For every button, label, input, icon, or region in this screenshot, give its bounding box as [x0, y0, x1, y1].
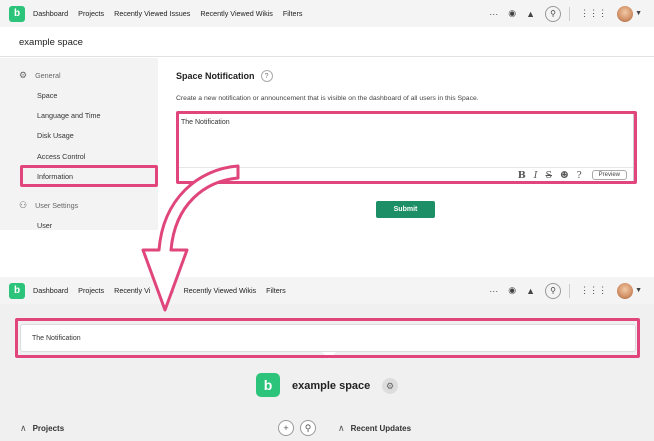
avatar[interactable]: [617, 282, 634, 299]
submit-button[interactable]: Submit: [376, 201, 435, 218]
chevron-down-icon[interactable]: ▼: [635, 287, 642, 294]
projects-section-toggle[interactable]: ∧ Projects: [20, 423, 64, 434]
sidebar-item-disk-usage[interactable]: Disk Usage: [37, 131, 74, 140]
sidebar-item-access-control[interactable]: Access Control: [37, 152, 85, 161]
dashboard-space-name[interactable]: example space: [292, 380, 370, 392]
avatar[interactable]: [617, 5, 634, 22]
divider: [569, 6, 571, 21]
chevron-up-icon: ∧: [20, 423, 27, 433]
nav-recently-viewed-wikis[interactable]: Recently Viewed Wikis: [184, 286, 257, 295]
apps-grid-icon[interactable]: ⋮⋮⋮: [580, 8, 607, 19]
description-text: Create a new notification or announcemen…: [176, 95, 479, 102]
sidebar-item-user[interactable]: User: [37, 221, 52, 230]
global-nav-bar-lower: b Dashboard Projects Recently Vi sues Re…: [0, 277, 654, 304]
apps-grid-icon[interactable]: ⋮⋮⋮: [580, 285, 607, 296]
bell-icon[interactable]: ▲: [526, 9, 535, 19]
sidebar-heading-user-settings: ⚇ User Settings: [19, 200, 79, 210]
chevron-down-icon[interactable]: ▼: [635, 10, 642, 17]
highlight-textarea: [176, 111, 637, 184]
nav-projects[interactable]: Projects: [78, 9, 104, 18]
highlight-information: [20, 165, 158, 187]
gear-icon[interactable]: ⚙: [382, 378, 398, 394]
search-icon[interactable]: ⚲: [545, 5, 562, 22]
nav-dashboard[interactable]: Dashboard: [33, 9, 68, 18]
user-settings-icon: ⚇: [19, 200, 28, 210]
more-icon[interactable]: ···: [489, 9, 498, 19]
eye-icon[interactable]: ◉: [508, 8, 516, 19]
search-icon[interactable]: ⚲: [545, 282, 562, 299]
recent-updates-section-toggle[interactable]: ∧ Recent Updates: [338, 423, 411, 434]
settings-sidebar: ⚙ General Space Language and Time Disk U…: [0, 58, 158, 230]
nav-recently-viewed-wikis[interactable]: Recently Viewed Wikis: [200, 9, 273, 18]
nav-dashboard[interactable]: Dashboard: [33, 286, 68, 295]
nav-filters[interactable]: Filters: [283, 9, 303, 18]
nav-filters[interactable]: Filters: [266, 286, 286, 295]
add-project-button[interactable]: +: [278, 420, 294, 436]
header-tools: ··· ◉ ▲ ⚲ ⋮⋮⋮ ▼: [479, 277, 642, 304]
nav-links: Dashboard Projects Recently Vi sues Rece…: [33, 286, 296, 295]
backlog-logo[interactable]: b: [9, 5, 25, 22]
search-projects-button[interactable]: ⚲: [300, 420, 316, 436]
page-title: Space Notification ?: [176, 70, 273, 82]
space-title[interactable]: example space: [19, 37, 83, 48]
space-header: example space: [0, 27, 654, 57]
nav-recently-viewed-issues-tail[interactable]: sues: [158, 286, 173, 295]
more-icon[interactable]: ···: [489, 286, 498, 296]
gear-icon: ⚙: [19, 70, 28, 80]
backlog-logo[interactable]: b: [9, 282, 25, 299]
divider: [569, 283, 571, 298]
global-nav-bar: b Dashboard Projects Recently Viewed Iss…: [0, 0, 654, 27]
highlight-notification-banner: [15, 318, 640, 358]
bell-icon[interactable]: ▲: [526, 286, 535, 296]
nav-projects[interactable]: Projects: [78, 286, 104, 295]
nav-recently-viewed-issues[interactable]: Recently Vi: [114, 286, 150, 295]
header-tools: ··· ◉ ▲ ⚲ ⋮⋮⋮ ▼: [479, 0, 642, 27]
sidebar-item-language-and-time[interactable]: Language and Time: [37, 111, 101, 120]
help-icon[interactable]: ?: [260, 70, 273, 82]
nav-links: Dashboard Projects Recently Viewed Issue…: [33, 9, 312, 18]
chevron-up-icon: ∧: [338, 423, 345, 433]
space-logo[interactable]: b: [256, 373, 280, 397]
nav-recently-viewed-issues[interactable]: Recently Viewed Issues: [114, 9, 190, 18]
sidebar-heading-general: ⚙ General: [19, 70, 61, 80]
eye-icon[interactable]: ◉: [508, 285, 516, 296]
sidebar-item-space[interactable]: Space: [37, 91, 57, 100]
